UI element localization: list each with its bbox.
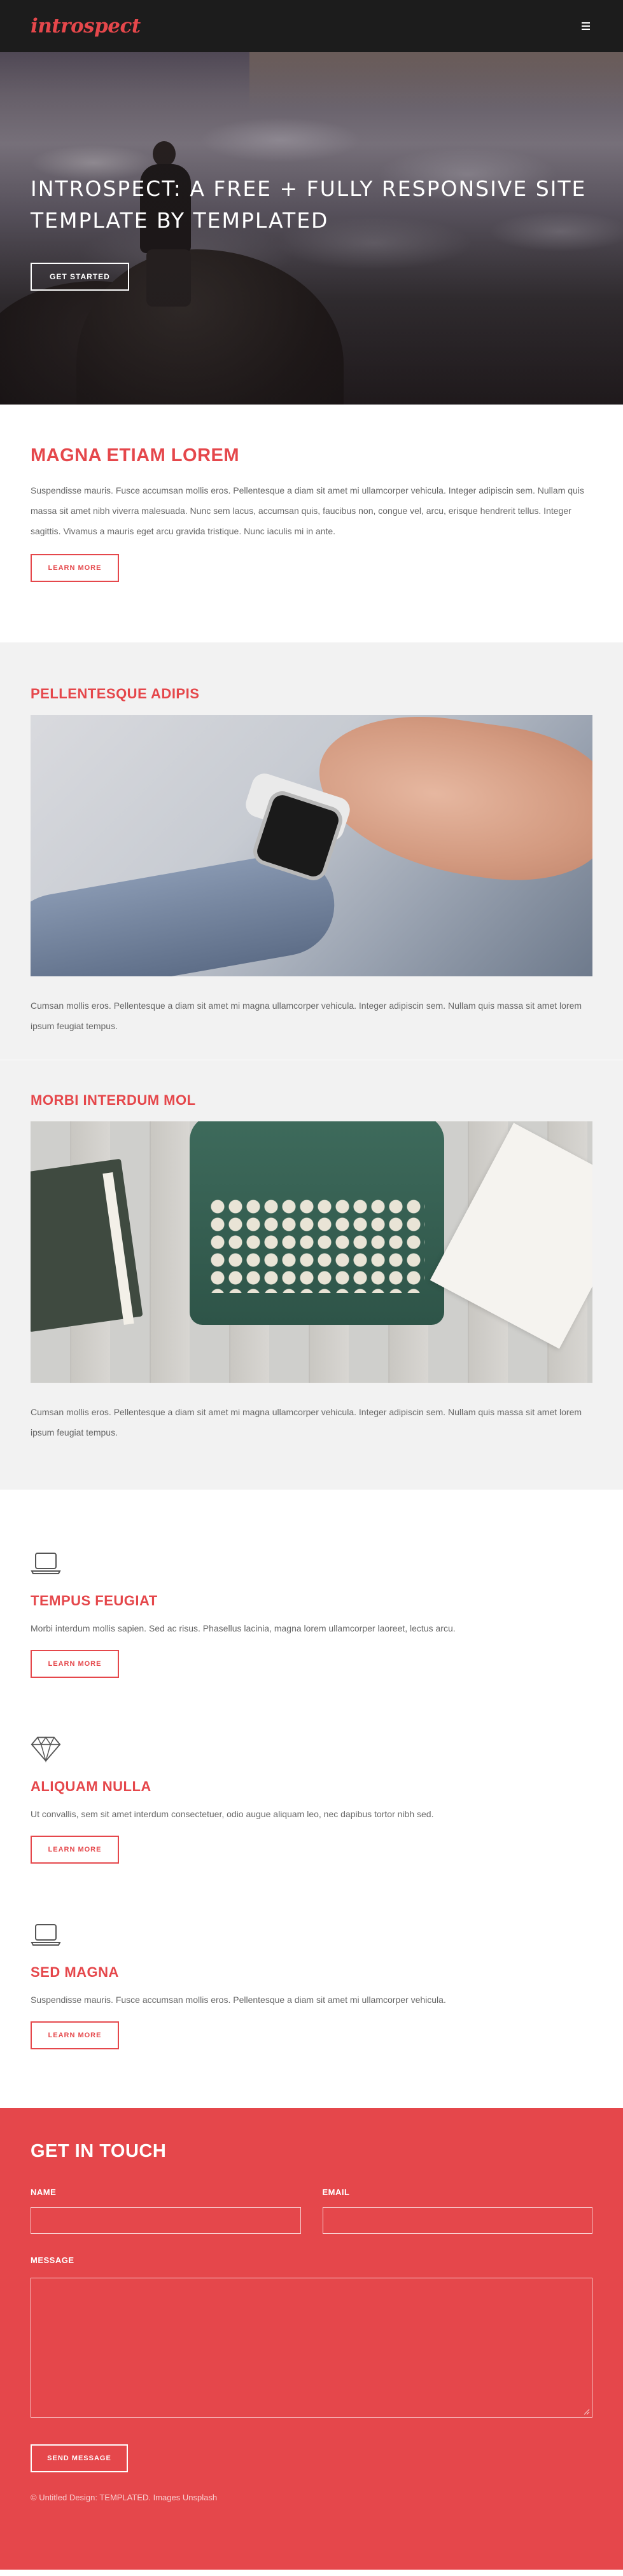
menu-bar-2 bbox=[581, 25, 590, 27]
resize-handle-icon[interactable] bbox=[584, 2409, 590, 2415]
service-learn-more-button[interactable]: LEARN MORE bbox=[31, 1836, 119, 1864]
contact-row: NAME EMAIL bbox=[31, 2187, 592, 2234]
message-field[interactable] bbox=[31, 2278, 592, 2418]
site-header: introspect bbox=[0, 0, 623, 52]
service-learn-more-button[interactable]: LEARN MORE bbox=[31, 2021, 119, 2049]
site-logo[interactable]: introspect bbox=[31, 15, 141, 38]
hand-shape bbox=[307, 715, 592, 894]
feature1-text: Cumsan mollis eros. Pellentesque a diam … bbox=[31, 1001, 582, 1031]
intro-heading: MAGNA ETIAM LOREM bbox=[31, 445, 240, 466]
contact-section: GET IN TOUCH NAME EMAIL MESSAGE SEND MES… bbox=[0, 2108, 623, 2570]
services-section: TEMPUS FEUGIAT Morbi interdum mollis sap… bbox=[0, 1490, 623, 2108]
send-message-button[interactable]: SEND MESSAGE bbox=[31, 2444, 128, 2472]
service-item: SED MAGNA Suspendisse mauris. Fusce accu… bbox=[31, 1920, 592, 2105]
service-text: Ut convallis, sem sit amet interdum cons… bbox=[31, 1809, 434, 1819]
name-field[interactable] bbox=[31, 2207, 301, 2234]
banner-content: INTROSPECT: A FREE + FULLY RESPONSIVE SI… bbox=[31, 173, 591, 291]
name-field-group: NAME bbox=[31, 2187, 301, 2234]
typewriter-keys bbox=[209, 1198, 425, 1293]
feature1-heading: PELLENTESQUE ADIPIS bbox=[31, 686, 200, 702]
feature-section-2: MORBI INTERDUM MOL Cumsan mollis eros. P… bbox=[0, 1060, 623, 1490]
email-field-group: EMAIL bbox=[322, 2187, 592, 2234]
contact-heading: GET IN TOUCH bbox=[31, 2141, 167, 2161]
feature2-text: Cumsan mollis eros. Pellentesque a diam … bbox=[31, 1407, 582, 1437]
service-text: Suspendisse mauris. Fusce accumsan molli… bbox=[31, 1995, 446, 2005]
hero-banner: INTROSPECT: A FREE + FULLY RESPONSIVE SI… bbox=[0, 52, 623, 405]
service-item: ALIQUAM NULLA Ut convallis, sem sit amet… bbox=[31, 1734, 592, 1920]
name-label: NAME bbox=[31, 2187, 57, 2197]
service-item: TEMPUS FEUGIAT Morbi interdum mollis sap… bbox=[31, 1548, 592, 1734]
copyright-text: © Untitled Design: TEMPLATED. Images Uns… bbox=[31, 2493, 218, 2502]
feature-section-1: PELLENTESQUE ADIPIS Cumsan mollis eros. … bbox=[0, 642, 623, 1060]
menu-bar-3 bbox=[581, 29, 590, 30]
menu-bar-1 bbox=[581, 22, 590, 24]
typewriter-image bbox=[31, 1121, 592, 1383]
notebook-shape bbox=[430, 1123, 592, 1349]
feature2-heading: MORBI INTERDUM MOL bbox=[31, 1092, 196, 1108]
email-label: EMAIL bbox=[322, 2187, 350, 2197]
smartwatch-image bbox=[31, 715, 592, 976]
hamburger-menu-icon[interactable] bbox=[578, 19, 592, 33]
intro-learn-more-button[interactable]: LEARN MORE bbox=[31, 554, 119, 582]
service-heading: ALIQUAM NULLA bbox=[31, 1778, 151, 1794]
laptop-icon bbox=[31, 1920, 61, 1950]
banner-title: INTROSPECT: A FREE + FULLY RESPONSIVE SI… bbox=[31, 176, 587, 233]
laptop-icon bbox=[31, 1548, 61, 1579]
service-learn-more-button[interactable]: LEARN MORE bbox=[31, 1650, 119, 1678]
intro-text: Suspendisse mauris. Fusce accumsan molli… bbox=[31, 485, 584, 536]
intro-section: MAGNA ETIAM LOREM Suspendisse mauris. Fu… bbox=[0, 405, 623, 642]
diamond-icon bbox=[31, 1734, 61, 1764]
service-heading: SED MAGNA bbox=[31, 1964, 119, 1980]
get-started-button[interactable]: GET STARTED bbox=[31, 263, 129, 291]
service-heading: TEMPUS FEUGIAT bbox=[31, 1593, 158, 1609]
service-text: Morbi interdum mollis sapien. Sed ac ris… bbox=[31, 1623, 456, 1633]
email-field[interactable] bbox=[322, 2207, 592, 2234]
message-field-group: MESSAGE bbox=[31, 2255, 592, 2418]
message-label: MESSAGE bbox=[31, 2255, 74, 2265]
